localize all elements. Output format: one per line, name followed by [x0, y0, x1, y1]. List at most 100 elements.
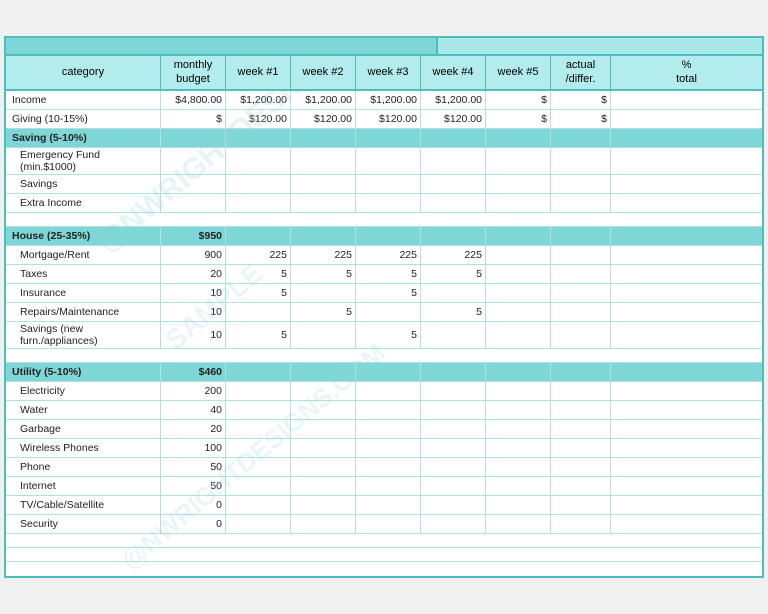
- cell: Taxes: [6, 265, 161, 283]
- cell: [356, 227, 421, 245]
- cell: [611, 401, 762, 419]
- cell: [611, 91, 762, 109]
- cell: $120.00: [291, 110, 356, 128]
- cell: $: [486, 91, 551, 109]
- cell: [291, 194, 356, 212]
- cell: [226, 227, 291, 245]
- cell: 0: [161, 515, 226, 533]
- cell: [486, 303, 551, 321]
- cell: [291, 496, 356, 514]
- table-row: Phone50: [6, 458, 762, 477]
- cell: [356, 303, 421, 321]
- cell: Water: [6, 401, 161, 419]
- cell: [611, 515, 762, 533]
- cell: [356, 401, 421, 419]
- col-header-week1: week #1: [226, 56, 291, 88]
- cell: [291, 515, 356, 533]
- cell: [486, 322, 551, 348]
- cell: [611, 265, 762, 283]
- cell: [421, 148, 486, 174]
- table-row: TV/Cable/Satellite0: [6, 496, 762, 515]
- cell: [551, 515, 611, 533]
- cell: Saving (5-10%): [6, 129, 161, 147]
- cell: [226, 363, 291, 381]
- cell: 225: [421, 246, 486, 264]
- cell: $460: [161, 363, 226, 381]
- cell: Mortgage/Rent: [6, 246, 161, 264]
- table-row: House (25-35%)$950: [6, 227, 762, 246]
- cell: [226, 458, 291, 476]
- cell: Internet: [6, 477, 161, 495]
- spacer-row: [6, 534, 762, 548]
- cell: [486, 458, 551, 476]
- cell: [291, 148, 356, 174]
- cell: $: [551, 110, 611, 128]
- cell: Income: [6, 91, 161, 109]
- cell: $: [551, 91, 611, 109]
- cell: TV/Cable/Satellite: [6, 496, 161, 514]
- cell: 20: [161, 420, 226, 438]
- table-row: Water40: [6, 401, 762, 420]
- table-row: Saving (5-10%): [6, 129, 762, 148]
- cell: [291, 284, 356, 302]
- cell: [226, 439, 291, 457]
- cell: [421, 284, 486, 302]
- cell: Emergency Fund (min.$1000): [6, 148, 161, 174]
- cell: [226, 477, 291, 495]
- cell: [356, 194, 421, 212]
- cell: [486, 175, 551, 193]
- cell: [421, 227, 486, 245]
- cell: $1,200.00: [421, 91, 486, 109]
- cell: Utility (5-10%): [6, 363, 161, 381]
- cell: $120.00: [356, 110, 421, 128]
- cell: 5: [226, 265, 291, 283]
- cell: [421, 194, 486, 212]
- cell: [421, 420, 486, 438]
- cell: Electricity: [6, 382, 161, 400]
- table-row: Utility (5-10%)$460: [6, 363, 762, 382]
- cell: [486, 363, 551, 381]
- cell: [486, 265, 551, 283]
- cell: 5: [421, 265, 486, 283]
- cell: [291, 322, 356, 348]
- cell: [486, 284, 551, 302]
- cell: [226, 303, 291, 321]
- cell: [356, 477, 421, 495]
- spacer-row: [6, 562, 762, 576]
- header-top: [6, 38, 762, 56]
- cell: 5: [356, 322, 421, 348]
- cell: 225: [356, 246, 421, 264]
- cell: [291, 129, 356, 147]
- cell: [161, 175, 226, 193]
- table-row: Security0: [6, 515, 762, 534]
- cell: $1,200.00: [356, 91, 421, 109]
- spacer-row: [6, 213, 762, 227]
- cell: [611, 148, 762, 174]
- cell: [551, 477, 611, 495]
- cell: Garbage: [6, 420, 161, 438]
- cell: [486, 420, 551, 438]
- cell: [486, 246, 551, 264]
- cell: Wireless Phones: [6, 439, 161, 457]
- cell: [356, 439, 421, 457]
- cell: [486, 477, 551, 495]
- table-row: Mortgage/Rent900225225225225: [6, 246, 762, 265]
- cell: [551, 496, 611, 514]
- cell: 5: [356, 265, 421, 283]
- cell: 40: [161, 401, 226, 419]
- cell: 10: [161, 303, 226, 321]
- cell: $120.00: [226, 110, 291, 128]
- cell: 50: [161, 477, 226, 495]
- cell: [421, 322, 486, 348]
- cell: $1,200.00: [291, 91, 356, 109]
- cell: $950: [161, 227, 226, 245]
- cell: 10: [161, 322, 226, 348]
- cell: Savings: [6, 175, 161, 193]
- table-row: Income$4,800.00$1,200.00$1,200.00$1,200.…: [6, 91, 762, 110]
- cell: [486, 194, 551, 212]
- header-title: [6, 38, 436, 54]
- cell: $: [161, 110, 226, 128]
- cell: [486, 129, 551, 147]
- cell: House (25-35%): [6, 227, 161, 245]
- cell: [486, 148, 551, 174]
